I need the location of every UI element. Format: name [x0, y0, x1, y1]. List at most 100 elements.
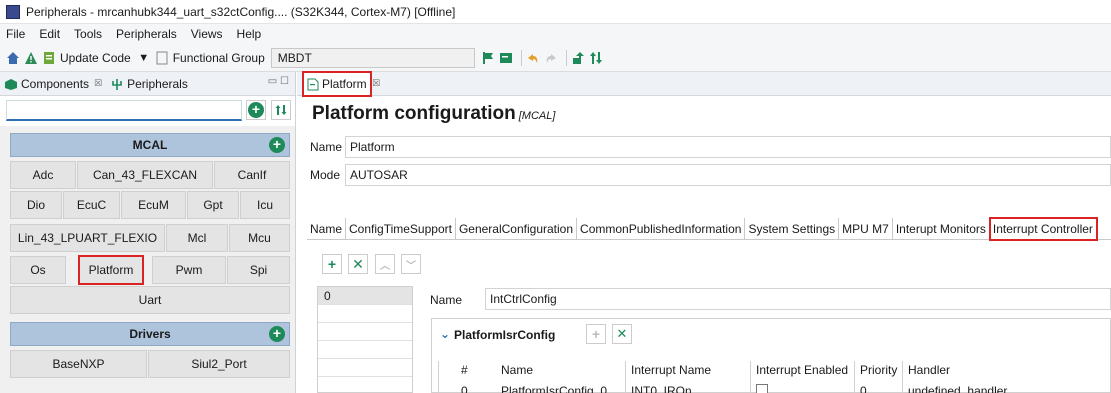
- interrupt-enabled-checkbox[interactable]: [756, 384, 768, 393]
- col-header-priority: Priority: [860, 363, 898, 377]
- remove-item-button[interactable]: ✕: [348, 254, 368, 274]
- close-icon[interactable]: ☒: [372, 78, 380, 89]
- tab-interrupt-controller[interactable]: Interrupt Controller: [988, 217, 1098, 241]
- component-can-43-flexcan[interactable]: Can_43_FLEXCAN: [77, 161, 213, 189]
- functional-group-icon: [155, 51, 169, 65]
- list-item-empty: [318, 359, 412, 377]
- redo-icon[interactable]: [544, 51, 558, 65]
- add-item-button[interactable]: +: [322, 254, 342, 274]
- component-search-input[interactable]: [6, 100, 242, 121]
- tab-config-time-support[interactable]: ConfigTimeSupport: [346, 218, 456, 240]
- app-icon: [6, 4, 20, 19]
- editor-tab-platform[interactable]: Platform: [302, 71, 372, 97]
- component-adc[interactable]: Adc: [10, 161, 76, 189]
- component-ecum[interactable]: EcuM: [121, 191, 186, 219]
- dropdown-arrow-icon[interactable]: ▼: [137, 51, 151, 65]
- tab-system-settings[interactable]: System Settings: [745, 218, 840, 240]
- tab-general-configuration[interactable]: GeneralConfiguration: [456, 218, 578, 240]
- component-canif[interactable]: CanIf: [214, 161, 290, 189]
- section-title: PlatformIsrConfig: [454, 328, 556, 342]
- column-separator: [625, 361, 626, 393]
- component-mcl[interactable]: Mcl: [166, 224, 228, 252]
- col-header-handler: Handler: [908, 363, 951, 377]
- column-separator: [750, 361, 751, 393]
- name-label: Name: [310, 140, 343, 154]
- drivers-section-header[interactable]: Drivers +: [10, 322, 290, 346]
- menu-tools[interactable]: Tools: [74, 27, 102, 41]
- platform-isr-config-section: ⌄ PlatformIsrConfig + ✕ # Name Interrupt…: [431, 318, 1111, 393]
- component-platform[interactable]: Platform: [78, 255, 144, 285]
- minimize-maximize-icon[interactable]: ▭ ☐: [268, 76, 289, 87]
- cell-priority[interactable]: 0: [860, 384, 867, 393]
- console-icon[interactable]: [499, 51, 513, 65]
- toolbar-separator: [565, 49, 567, 66]
- add-row-button[interactable]: +: [586, 324, 606, 344]
- window-title: Peripherals - mrcanhubk344_uart_s32ctCon…: [26, 4, 456, 19]
- menu-views[interactable]: Views: [191, 27, 223, 41]
- cell-handler[interactable]: undefined_handler: [908, 384, 1007, 393]
- list-item-empty: [318, 323, 412, 341]
- export-icon[interactable]: [571, 51, 585, 65]
- mcal-header-label: MCAL: [132, 138, 168, 152]
- flag-icon[interactable]: [481, 51, 495, 65]
- tab-mpu-m7[interactable]: MPU M7: [839, 218, 893, 240]
- tab-name[interactable]: Name: [307, 218, 347, 240]
- functional-group-combo[interactable]: MBDT: [270, 47, 475, 68]
- x-icon: ✕: [616, 326, 628, 341]
- page-subtitle: [MCAL]: [518, 110, 556, 122]
- editor-tab-label: Platform: [322, 77, 367, 91]
- tab-peripherals[interactable]: Peripherals: [110, 77, 188, 91]
- tab-interupt-monitors[interactable]: Interupt Monitors: [893, 218, 990, 240]
- undo-icon[interactable]: [526, 51, 540, 65]
- cell-interrupt-name[interactable]: INT0_IRQn: [631, 384, 692, 393]
- component-pwm[interactable]: Pwm: [152, 256, 226, 284]
- sort-icon: [275, 105, 287, 115]
- menu-edit[interactable]: Edit: [39, 27, 60, 41]
- component-lin-43-lpuart-flexio[interactable]: Lin_43_LPUART_FLEXIO: [10, 224, 165, 252]
- col-header-name: Name: [501, 363, 534, 377]
- detail-name-field[interactable]: IntCtrlConfig: [485, 288, 1111, 310]
- menu-peripherals[interactable]: Peripherals: [116, 27, 177, 41]
- tab-components[interactable]: Components ☒: [4, 77, 102, 91]
- menu-help[interactable]: Help: [237, 27, 262, 41]
- menu-bar: File Edit Tools Peripherals Views Help: [0, 24, 1111, 44]
- warning-icon[interactable]: [24, 51, 38, 65]
- move-up-button[interactable]: ︿: [375, 254, 395, 274]
- cell-index: 0: [461, 384, 468, 393]
- sort-icon[interactable]: [589, 51, 603, 65]
- sort-components-button[interactable]: [271, 100, 291, 120]
- add-driver-icon[interactable]: +: [269, 326, 285, 342]
- peripherals-icon: [112, 78, 122, 90]
- component-mcu[interactable]: Mcu: [229, 224, 290, 252]
- plus-icon: +: [327, 256, 337, 272]
- cell-name[interactable]: PlatformIsrConfig_0: [501, 384, 607, 393]
- component-basenxp[interactable]: BaseNXP: [10, 350, 147, 378]
- collapse-chevron-icon[interactable]: ⌄: [440, 327, 450, 341]
- page-title: Platform configuration [MCAL]: [312, 103, 555, 125]
- component-uart[interactable]: Uart: [10, 286, 290, 314]
- mode-label: Mode: [310, 168, 341, 182]
- mode-field[interactable]: AUTOSAR: [345, 164, 1111, 186]
- remove-row-button[interactable]: ✕: [612, 324, 632, 344]
- mcal-section-header[interactable]: MCAL +: [10, 133, 290, 157]
- tab-components-label: Components: [21, 76, 90, 91]
- component-ecuc[interactable]: EcuC: [63, 191, 120, 219]
- update-code-button[interactable]: Update Code: [60, 51, 131, 65]
- component-icu[interactable]: Icu: [240, 191, 290, 219]
- home-icon[interactable]: [6, 51, 20, 65]
- component-os[interactable]: Os: [10, 256, 66, 284]
- component-siul2-port[interactable]: Siul2_Port: [148, 350, 290, 378]
- close-icon[interactable]: ☒: [94, 78, 102, 89]
- add-mcal-icon[interactable]: +: [269, 137, 285, 153]
- component-dio[interactable]: Dio: [10, 191, 62, 219]
- tab-common-published-information[interactable]: CommonPublishedInformation: [577, 218, 746, 240]
- menu-file[interactable]: File: [6, 27, 25, 41]
- component-spi[interactable]: Spi: [227, 256, 290, 284]
- tab-peripherals-label: Peripherals: [127, 76, 188, 91]
- list-item[interactable]: 0: [318, 287, 412, 305]
- name-field[interactable]: Platform: [345, 136, 1111, 158]
- add-component-button[interactable]: +: [246, 100, 266, 120]
- component-gpt[interactable]: Gpt: [187, 191, 239, 219]
- move-down-button[interactable]: ﹀: [401, 254, 421, 274]
- update-code-icon[interactable]: [42, 51, 56, 65]
